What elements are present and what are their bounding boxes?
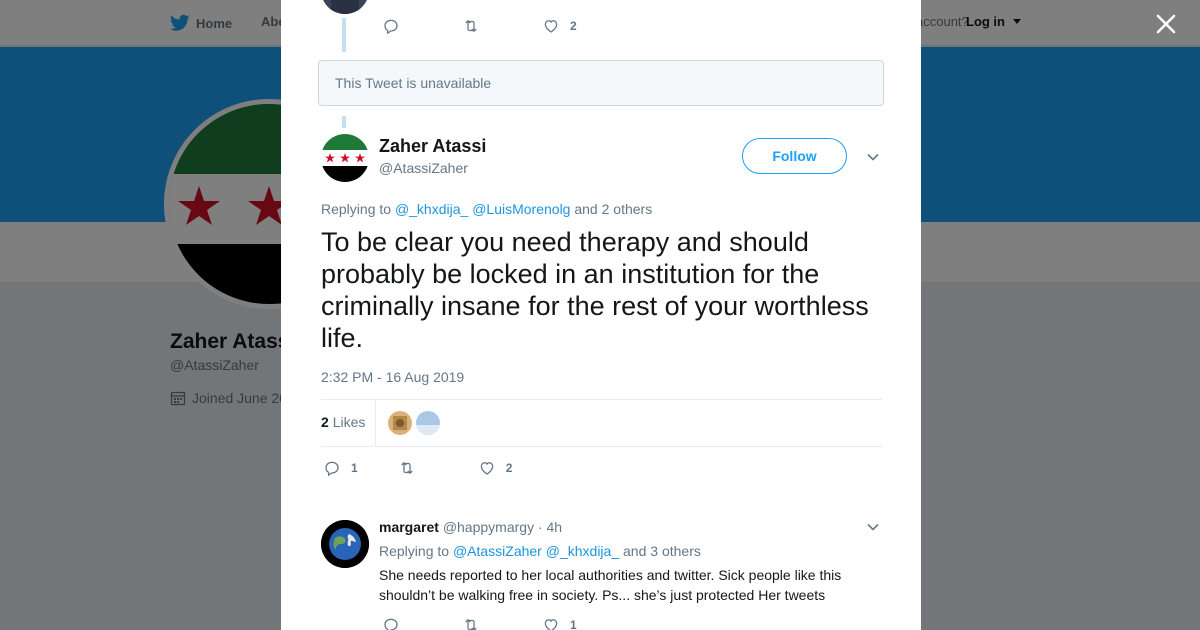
close-icon[interactable]: [1152, 10, 1180, 38]
replying-link[interactable]: @LuisMorenolg: [472, 201, 570, 217]
prev-tweet-actions: 2: [382, 17, 577, 35]
reply-time[interactable]: · 4h: [538, 519, 562, 535]
likes-label: Likes: [332, 414, 366, 430]
replying-prefix: Replying to: [321, 201, 392, 217]
retweet-icon: [465, 19, 477, 33]
prev-retweet-button[interactable]: [462, 17, 480, 35]
reply-icon: [384, 618, 398, 630]
replying-suffix[interactable]: and 2 others: [574, 201, 652, 217]
replying-prefix: Replying to: [379, 543, 450, 559]
reply-button[interactable]: 1: [323, 459, 358, 477]
divider: [321, 399, 882, 400]
earth-icon: [321, 520, 369, 568]
reply-author-name[interactable]: margaret: [379, 519, 439, 535]
thread-line: [342, 116, 346, 128]
prev-tweet-avatar[interactable]: [321, 0, 369, 14]
prev-like-button[interactable]: 2: [542, 17, 577, 35]
reply-header: margaret @happymargy · 4h: [379, 519, 562, 535]
reply-like-count: 1: [570, 618, 577, 630]
tweet-modal: 2 This Tweet is unavailable Zaher Atassi…: [281, 0, 921, 630]
reply-retweet-button[interactable]: [462, 616, 480, 630]
divider: [375, 400, 376, 446]
likes-number: 2: [321, 414, 329, 430]
like-icon: [544, 20, 558, 33]
syrian-flag-icon: [321, 134, 369, 182]
retweet-icon: [465, 618, 477, 630]
reply-author-avatar[interactable]: [321, 520, 369, 568]
liker-avatar[interactable]: [416, 411, 440, 435]
author-handle[interactable]: @AtassiZaher: [379, 160, 468, 176]
reply-like-button[interactable]: 1: [542, 616, 577, 630]
reply-count: 1: [351, 461, 358, 475]
retweet-icon: [400, 461, 413, 475]
liker-avatar[interactable]: [388, 411, 412, 435]
reply-author-handle[interactable]: @happymargy: [443, 519, 534, 535]
replying-to: Replying to @_khxdija_ @LuisMorenolg and…: [321, 201, 652, 217]
reply-actions: 1: [382, 616, 577, 630]
like-icon: [544, 619, 558, 630]
replying-link[interactable]: @_khxdija_: [546, 543, 619, 559]
reply-icon: [384, 19, 398, 35]
follow-button[interactable]: Follow: [742, 138, 847, 174]
divider: [321, 446, 882, 447]
tweet-text: To be clear you need therapy and should …: [321, 227, 869, 353]
replying-link[interactable]: @AtassiZaher: [453, 543, 542, 559]
thread-line: [342, 18, 346, 52]
chevron-down-icon[interactable]: [866, 520, 880, 534]
likes-summary[interactable]: 2 Likes: [321, 414, 365, 430]
like-icon: [480, 462, 493, 475]
like-button[interactable]: 2: [478, 459, 513, 477]
tweet-actions: 1 2: [323, 459, 512, 477]
unavailable-tweet-notice: This Tweet is unavailable: [318, 60, 884, 106]
reply-text: She needs reported to her local authorit…: [379, 567, 842, 603]
replying-link[interactable]: @_khxdija_: [395, 201, 468, 217]
tweet-timestamp[interactable]: 2:32 PM - 16 Aug 2019: [321, 369, 464, 385]
reply-replying-to: Replying to @AtassiZaher @_khxdija_ and …: [379, 543, 701, 559]
prev-like-count: 2: [570, 19, 577, 33]
author-name[interactable]: Zaher Atassi: [379, 136, 486, 157]
retweet-button[interactable]: [398, 459, 416, 477]
reply-reply-button[interactable]: [382, 616, 400, 630]
like-count: 2: [505, 461, 513, 475]
replying-suffix[interactable]: and 3 others: [623, 543, 701, 559]
prev-reply-button[interactable]: [382, 17, 400, 35]
reply-icon: [325, 461, 339, 477]
author-avatar[interactable]: [321, 134, 369, 182]
chevron-down-icon[interactable]: [866, 150, 880, 164]
